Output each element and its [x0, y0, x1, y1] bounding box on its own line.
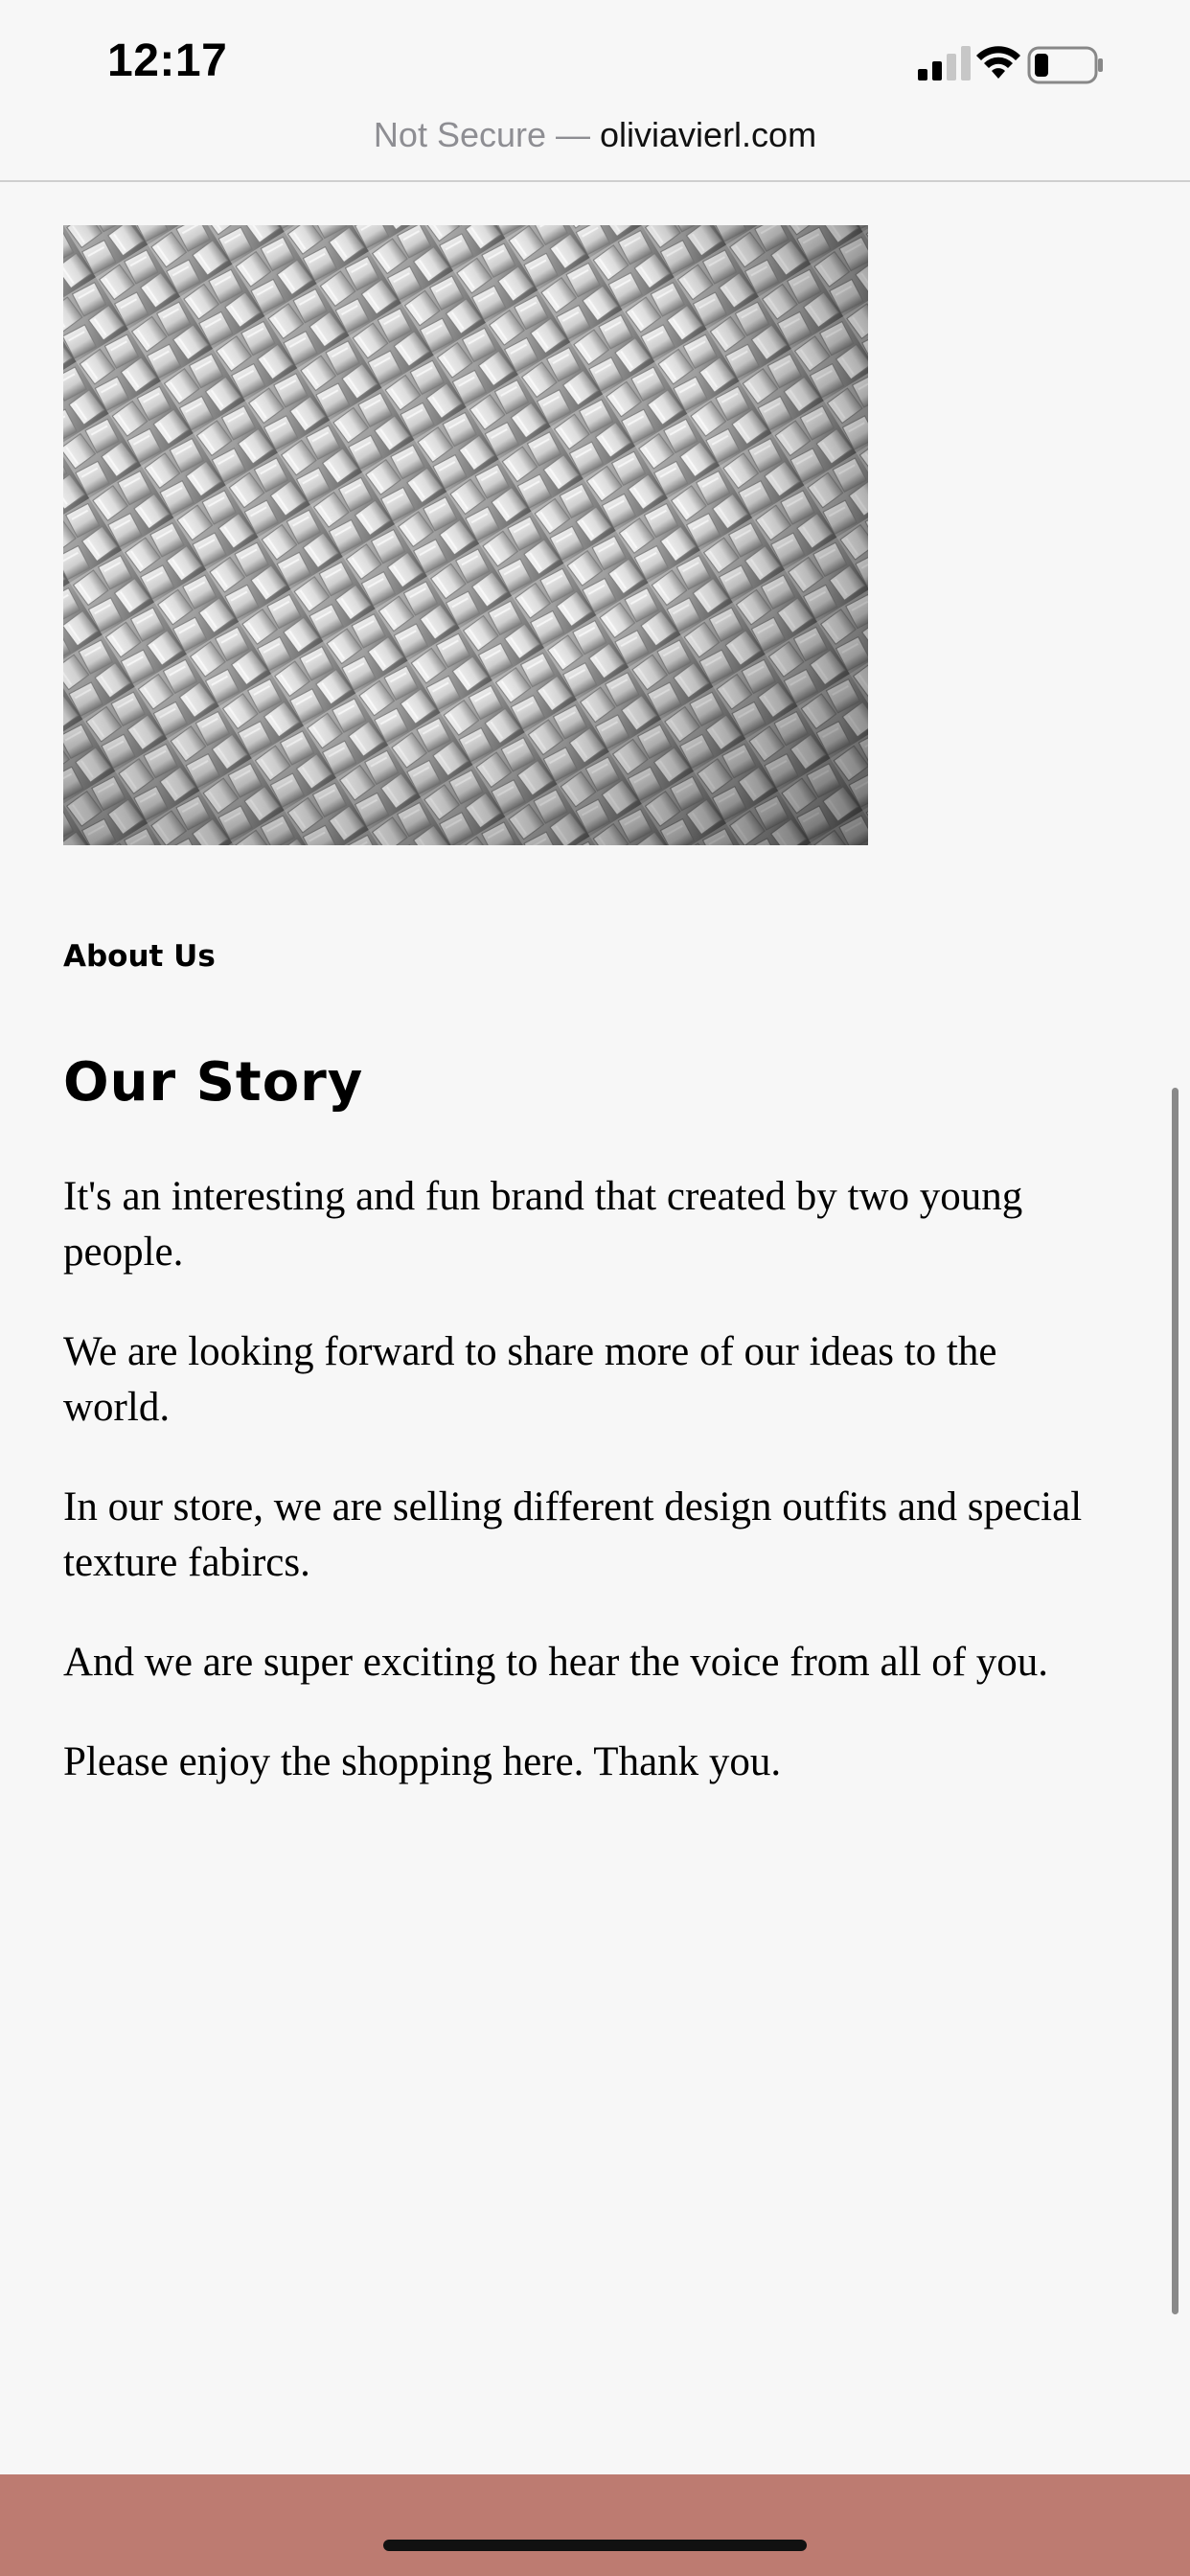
- url-bar[interactable]: Not Secure — oliviavierl.com: [0, 105, 1190, 182]
- security-label: Not Secure —: [373, 115, 601, 154]
- page-title: Our Story: [63, 1051, 364, 1114]
- url-domain: oliviavierl.com: [600, 115, 817, 154]
- story-paragraph: And we are super exciting to hear the vo…: [63, 1640, 1049, 1685]
- scrollbar[interactable]: [1172, 1088, 1179, 2314]
- story-paragraph: In our store, we are selling different d…: [63, 1484, 1083, 1585]
- signal-icon: [918, 46, 971, 80]
- story-paragraph: We are looking forward to share more of …: [63, 1329, 997, 1430]
- footer-band: [0, 2474, 1190, 2576]
- story-paragraph: Please enjoy the shopping here. Thank yo…: [63, 1739, 782, 1784]
- home-indicator[interactable]: [383, 2540, 807, 2551]
- story-text: It's an interesting and fun brand that c…: [63, 1169, 1108, 1834]
- about-us-label: About Us: [63, 939, 216, 974]
- woven-fabric-texture-image: [63, 225, 868, 845]
- battery-icon: [1027, 46, 1103, 84]
- wifi-icon: [976, 46, 1020, 79]
- status-time: 12:17: [107, 35, 228, 86]
- story-paragraph: It's an interesting and fun brand that c…: [63, 1174, 1023, 1275]
